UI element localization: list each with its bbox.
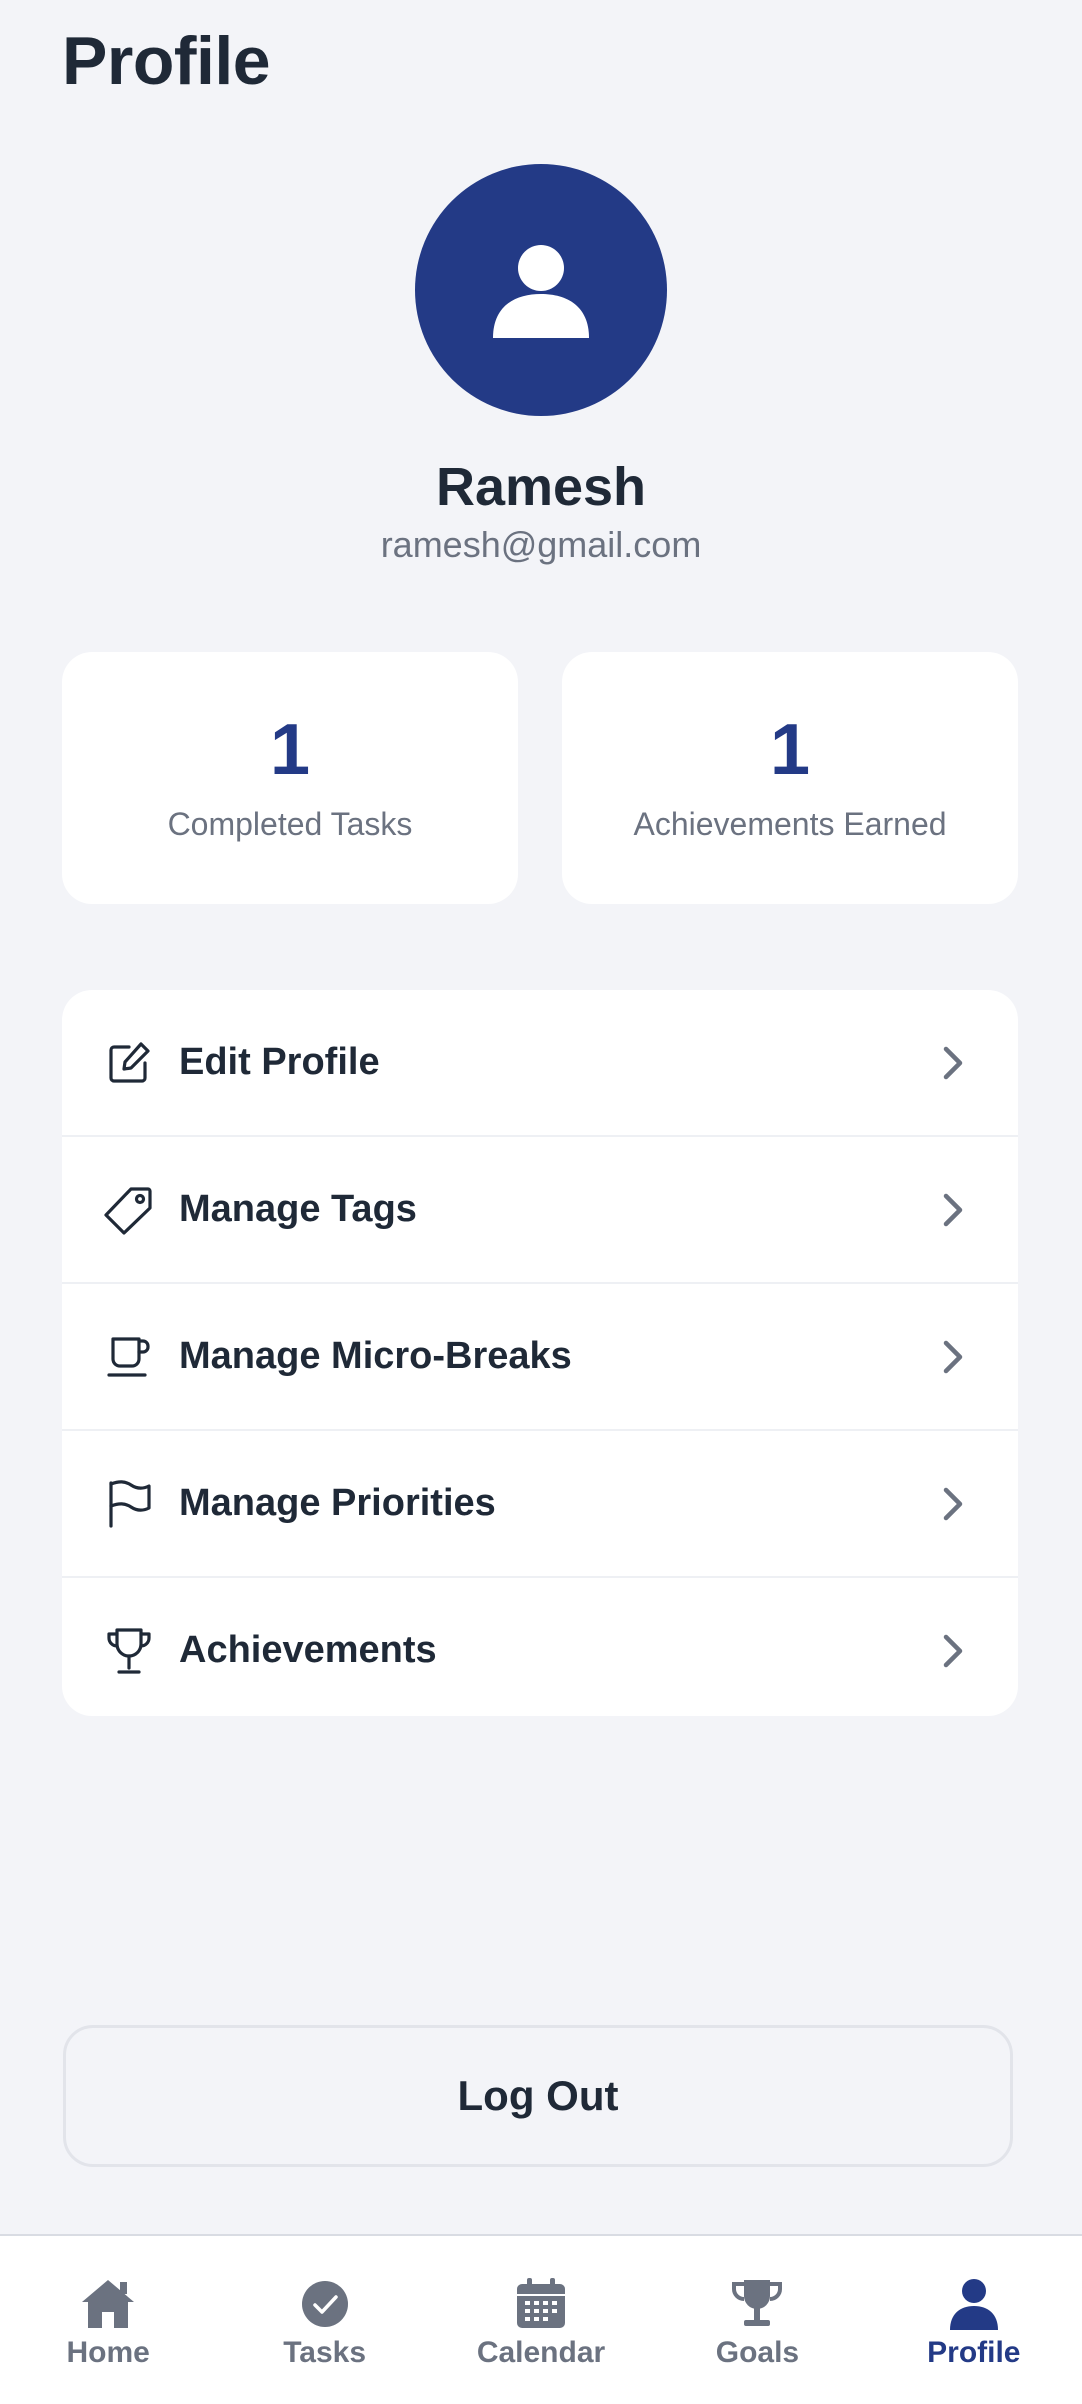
tag-icon	[104, 1185, 154, 1235]
menu-item-label: Manage Micro-Breaks	[179, 1335, 572, 1377]
chevron-right-icon	[938, 1192, 968, 1228]
user-email: ramesh@gmail.com	[380, 524, 702, 565]
menu-item-label: Edit Profile	[179, 1041, 380, 1083]
menu-item-label: Achievements	[179, 1629, 437, 1671]
chevron-right-icon	[938, 1045, 968, 1081]
trophy-icon	[728, 2276, 786, 2332]
nav-item-profile[interactable]: Profile	[866, 2236, 1082, 2404]
user-name: Ramesh	[435, 457, 647, 517]
bottom-nav: Home Tasks Calendar Goals Profile	[0, 2234, 1082, 2404]
menu-item-edit-profile[interactable]: Edit Profile	[62, 990, 1018, 1137]
edit-icon	[104, 1038, 154, 1088]
nav-label: Profile	[927, 2336, 1021, 2369]
chevron-right-icon	[938, 1486, 968, 1522]
menu-item-label: Manage Priorities	[179, 1482, 496, 1524]
calendar-icon	[512, 2276, 570, 2332]
page-title: Profile	[62, 23, 271, 99]
logout-button[interactable]: Log Out	[63, 2025, 1013, 2167]
person-icon	[945, 2276, 1003, 2332]
menu-item-label: Manage Tags	[179, 1188, 417, 1230]
chevron-right-icon	[938, 1339, 968, 1375]
trophy-icon	[104, 1626, 154, 1676]
avatar[interactable]	[415, 164, 667, 416]
completed-tasks-label: Completed Tasks	[167, 806, 413, 842]
chevron-right-icon	[938, 1633, 968, 1669]
nav-item-goals[interactable]: Goals	[649, 2236, 865, 2404]
profile-menu: Edit Profile Manage Tags Manage Micro-Br…	[62, 990, 1018, 1716]
nav-label: Goals	[715, 2336, 800, 2369]
menu-item-manage-tags[interactable]: Manage Tags	[62, 1137, 1018, 1284]
cup-icon	[104, 1332, 154, 1382]
achievements-earned-label: Achievements Earned	[633, 806, 947, 842]
nav-label: Calendar	[476, 2336, 606, 2369]
menu-item-achievements[interactable]: Achievements	[62, 1578, 1018, 1716]
check-circle-icon	[296, 2276, 354, 2332]
user-icon	[493, 245, 589, 338]
flag-icon	[104, 1479, 154, 1529]
menu-item-manage-micro-breaks[interactable]: Manage Micro-Breaks	[62, 1284, 1018, 1431]
completed-tasks-count: 1	[269, 710, 311, 790]
home-icon	[79, 2276, 137, 2332]
achievements-earned-count: 1	[769, 710, 811, 790]
nav-item-tasks[interactable]: Tasks	[216, 2236, 432, 2404]
completed-tasks-card: 1 Completed Tasks	[62, 652, 518, 904]
achievements-earned-card: 1 Achievements Earned	[562, 652, 1018, 904]
nav-label: Home	[66, 2336, 150, 2369]
menu-item-manage-priorities[interactable]: Manage Priorities	[62, 1431, 1018, 1578]
nav-item-calendar[interactable]: Calendar	[433, 2236, 649, 2404]
nav-label: Tasks	[283, 2336, 367, 2369]
nav-item-home[interactable]: Home	[0, 2236, 216, 2404]
